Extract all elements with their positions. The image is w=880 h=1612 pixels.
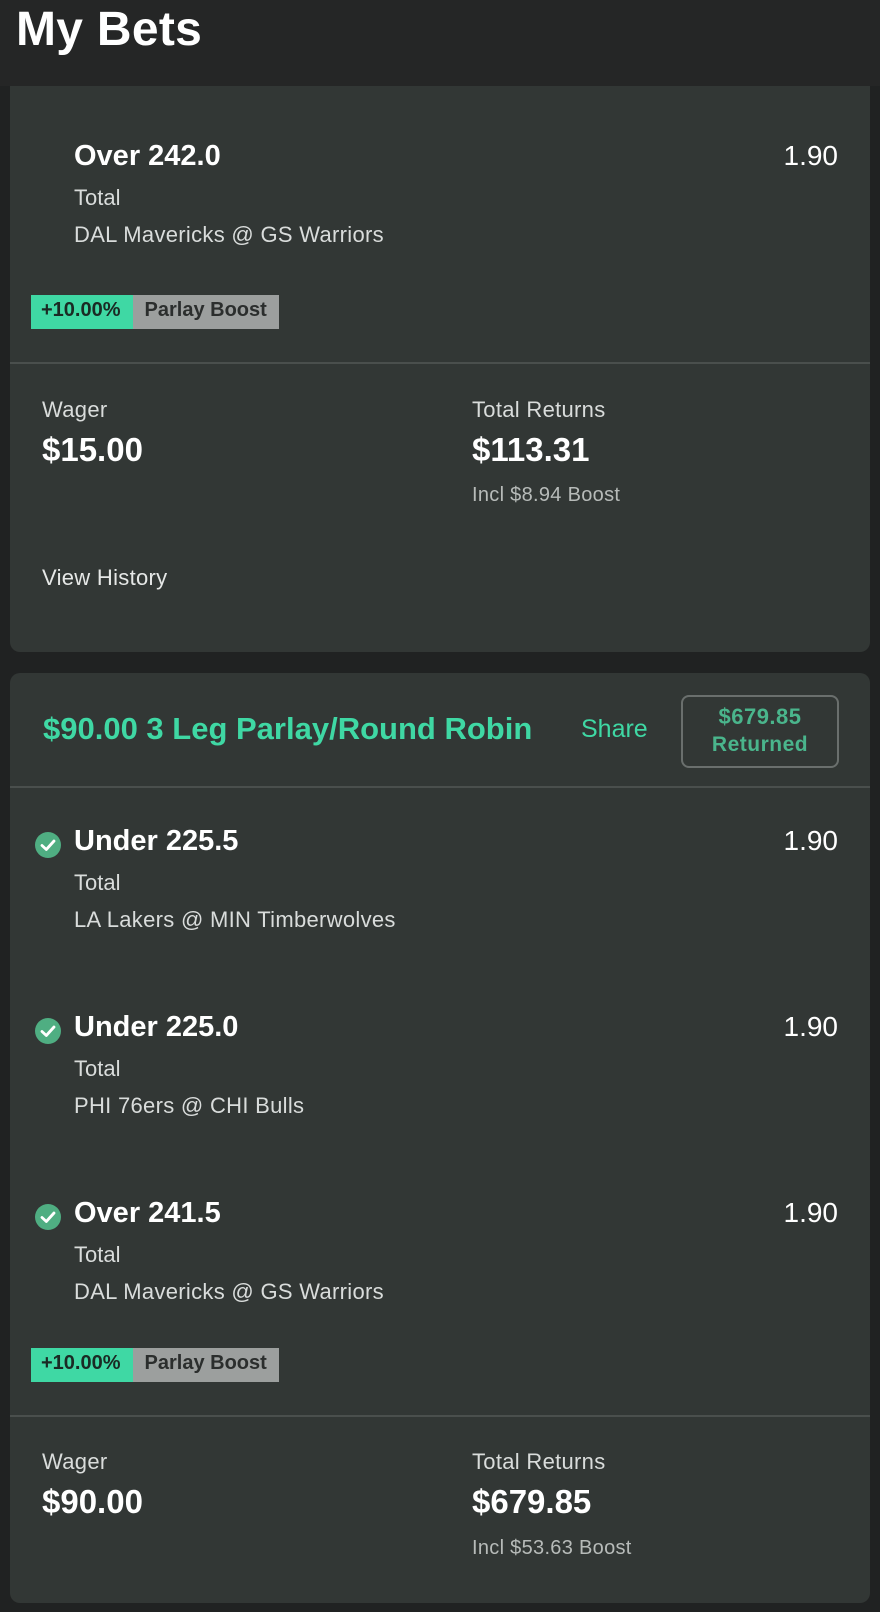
boost-percent: +10.00% [31, 1348, 133, 1382]
check-circle-icon [35, 832, 61, 858]
leg-market: Total [74, 870, 121, 895]
parlay-boost-badge: +10.00% Parlay Boost [31, 295, 279, 329]
boost-included-note: Incl $8.94 Boost [472, 484, 621, 506]
leg-matchup: PHI 76ers @ CHI Bulls [74, 1093, 305, 1118]
total-returns-amount: $679.85 [472, 1483, 592, 1520]
leg-odds: 1.90 [783, 140, 839, 171]
wager-amount: $15.00 [42, 431, 143, 468]
bet-leg: Over 241.5 Total DAL Mavericks @ GS Warr… [10, 1197, 870, 1337]
leg-market: Total [74, 185, 121, 210]
divider [10, 1415, 870, 1417]
boost-label: Parlay Boost [132, 295, 279, 329]
leg-selection: Under 225.5 [74, 825, 239, 857]
bet-card: $90.00 3 Leg Parlay/Round Robin Share $6… [10, 673, 870, 1603]
leg-market: Total [74, 1056, 121, 1081]
leg-odds: 1.90 [783, 1011, 839, 1042]
share-button[interactable]: Share [581, 715, 648, 744]
leg-selection: Over 242.0 [74, 140, 221, 172]
total-returns-label: Total Returns [472, 397, 606, 422]
divider [10, 362, 870, 364]
leg-matchup: DAL Mavericks @ GS Warriors [74, 222, 384, 247]
header: My Bets [0, 0, 880, 86]
returned-label: Returned [711, 733, 809, 756]
wager-label: Wager [42, 1449, 108, 1474]
wager-amount: $90.00 [42, 1483, 143, 1520]
bet-title[interactable]: $90.00 3 Leg Parlay/Round Robin [43, 711, 532, 747]
total-returns-label: Total Returns [472, 1449, 606, 1474]
boost-included-note: Incl $53.63 Boost [472, 1537, 632, 1559]
bet-leg: Under 225.5 Total LA Lakers @ MIN Timber… [10, 825, 870, 965]
leg-odds: 1.90 [783, 825, 839, 856]
leg-odds: 1.90 [783, 1197, 839, 1228]
leg-selection: Over 241.5 [74, 1197, 221, 1229]
check-circle-icon [35, 1204, 61, 1230]
page-title: My Bets [16, 3, 203, 56]
check-circle-icon [35, 1018, 61, 1044]
divider [10, 786, 870, 788]
leg-matchup: LA Lakers @ MIN Timberwolves [74, 907, 396, 932]
leg-market: Total [74, 1242, 121, 1267]
boost-label: Parlay Boost [132, 1348, 279, 1382]
boost-percent: +10.00% [31, 295, 133, 329]
view-history-link[interactable]: View History [42, 565, 167, 591]
leg-matchup: DAL Mavericks @ GS Warriors [74, 1279, 384, 1304]
bet-leg: Over 242.0 Total DAL Mavericks @ GS Warr… [10, 140, 870, 280]
total-returns-amount: $113.31 [472, 431, 590, 468]
wager-label: Wager [42, 397, 108, 422]
bet-card: Over 242.0 Total DAL Mavericks @ GS Warr… [10, 86, 870, 652]
leg-selection: Under 225.0 [74, 1011, 239, 1043]
bet-leg: Under 225.0 Total PHI 76ers @ CHI Bulls … [10, 1011, 870, 1151]
returned-amount: $679.85 [718, 704, 802, 729]
parlay-boost-badge: +10.00% Parlay Boost [31, 1348, 279, 1382]
returned-badge: $679.85 Returned [681, 695, 839, 768]
